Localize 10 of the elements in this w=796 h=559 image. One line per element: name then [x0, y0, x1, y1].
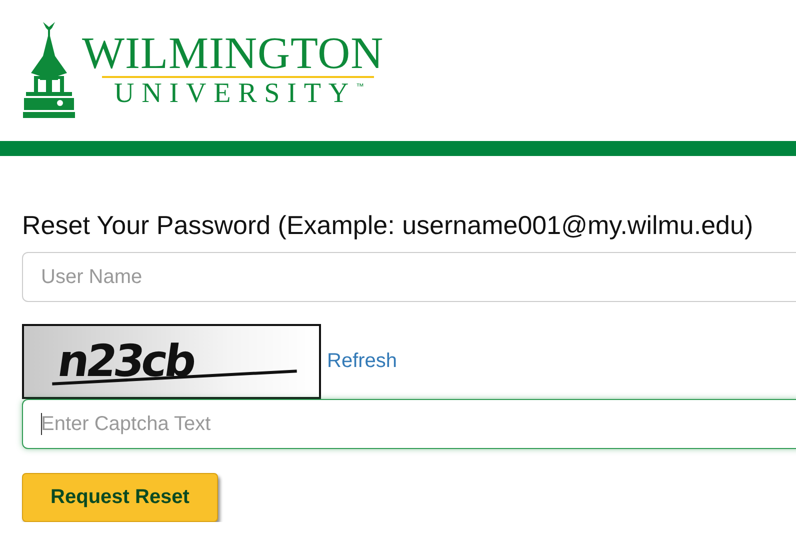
form-heading: Reset Your Password (Example: username001@my.wilmu.edu) — [22, 210, 754, 240]
text-cursor — [41, 413, 42, 435]
logo-subtitle: UNIVERSITY — [114, 78, 356, 110]
request-reset-button[interactable]: Request Reset — [22, 473, 218, 522]
captcha-image: n23cb — [22, 324, 321, 399]
input-field[interactable]: Enter Captcha Text — [22, 399, 796, 449]
input-field[interactable]: User Name — [22, 252, 796, 302]
logo-wordmark: WILMINGTON — [82, 30, 384, 76]
refresh-link[interactable]: Refresh — [327, 350, 398, 373]
trademark-mark: ™ — [356, 82, 364, 92]
